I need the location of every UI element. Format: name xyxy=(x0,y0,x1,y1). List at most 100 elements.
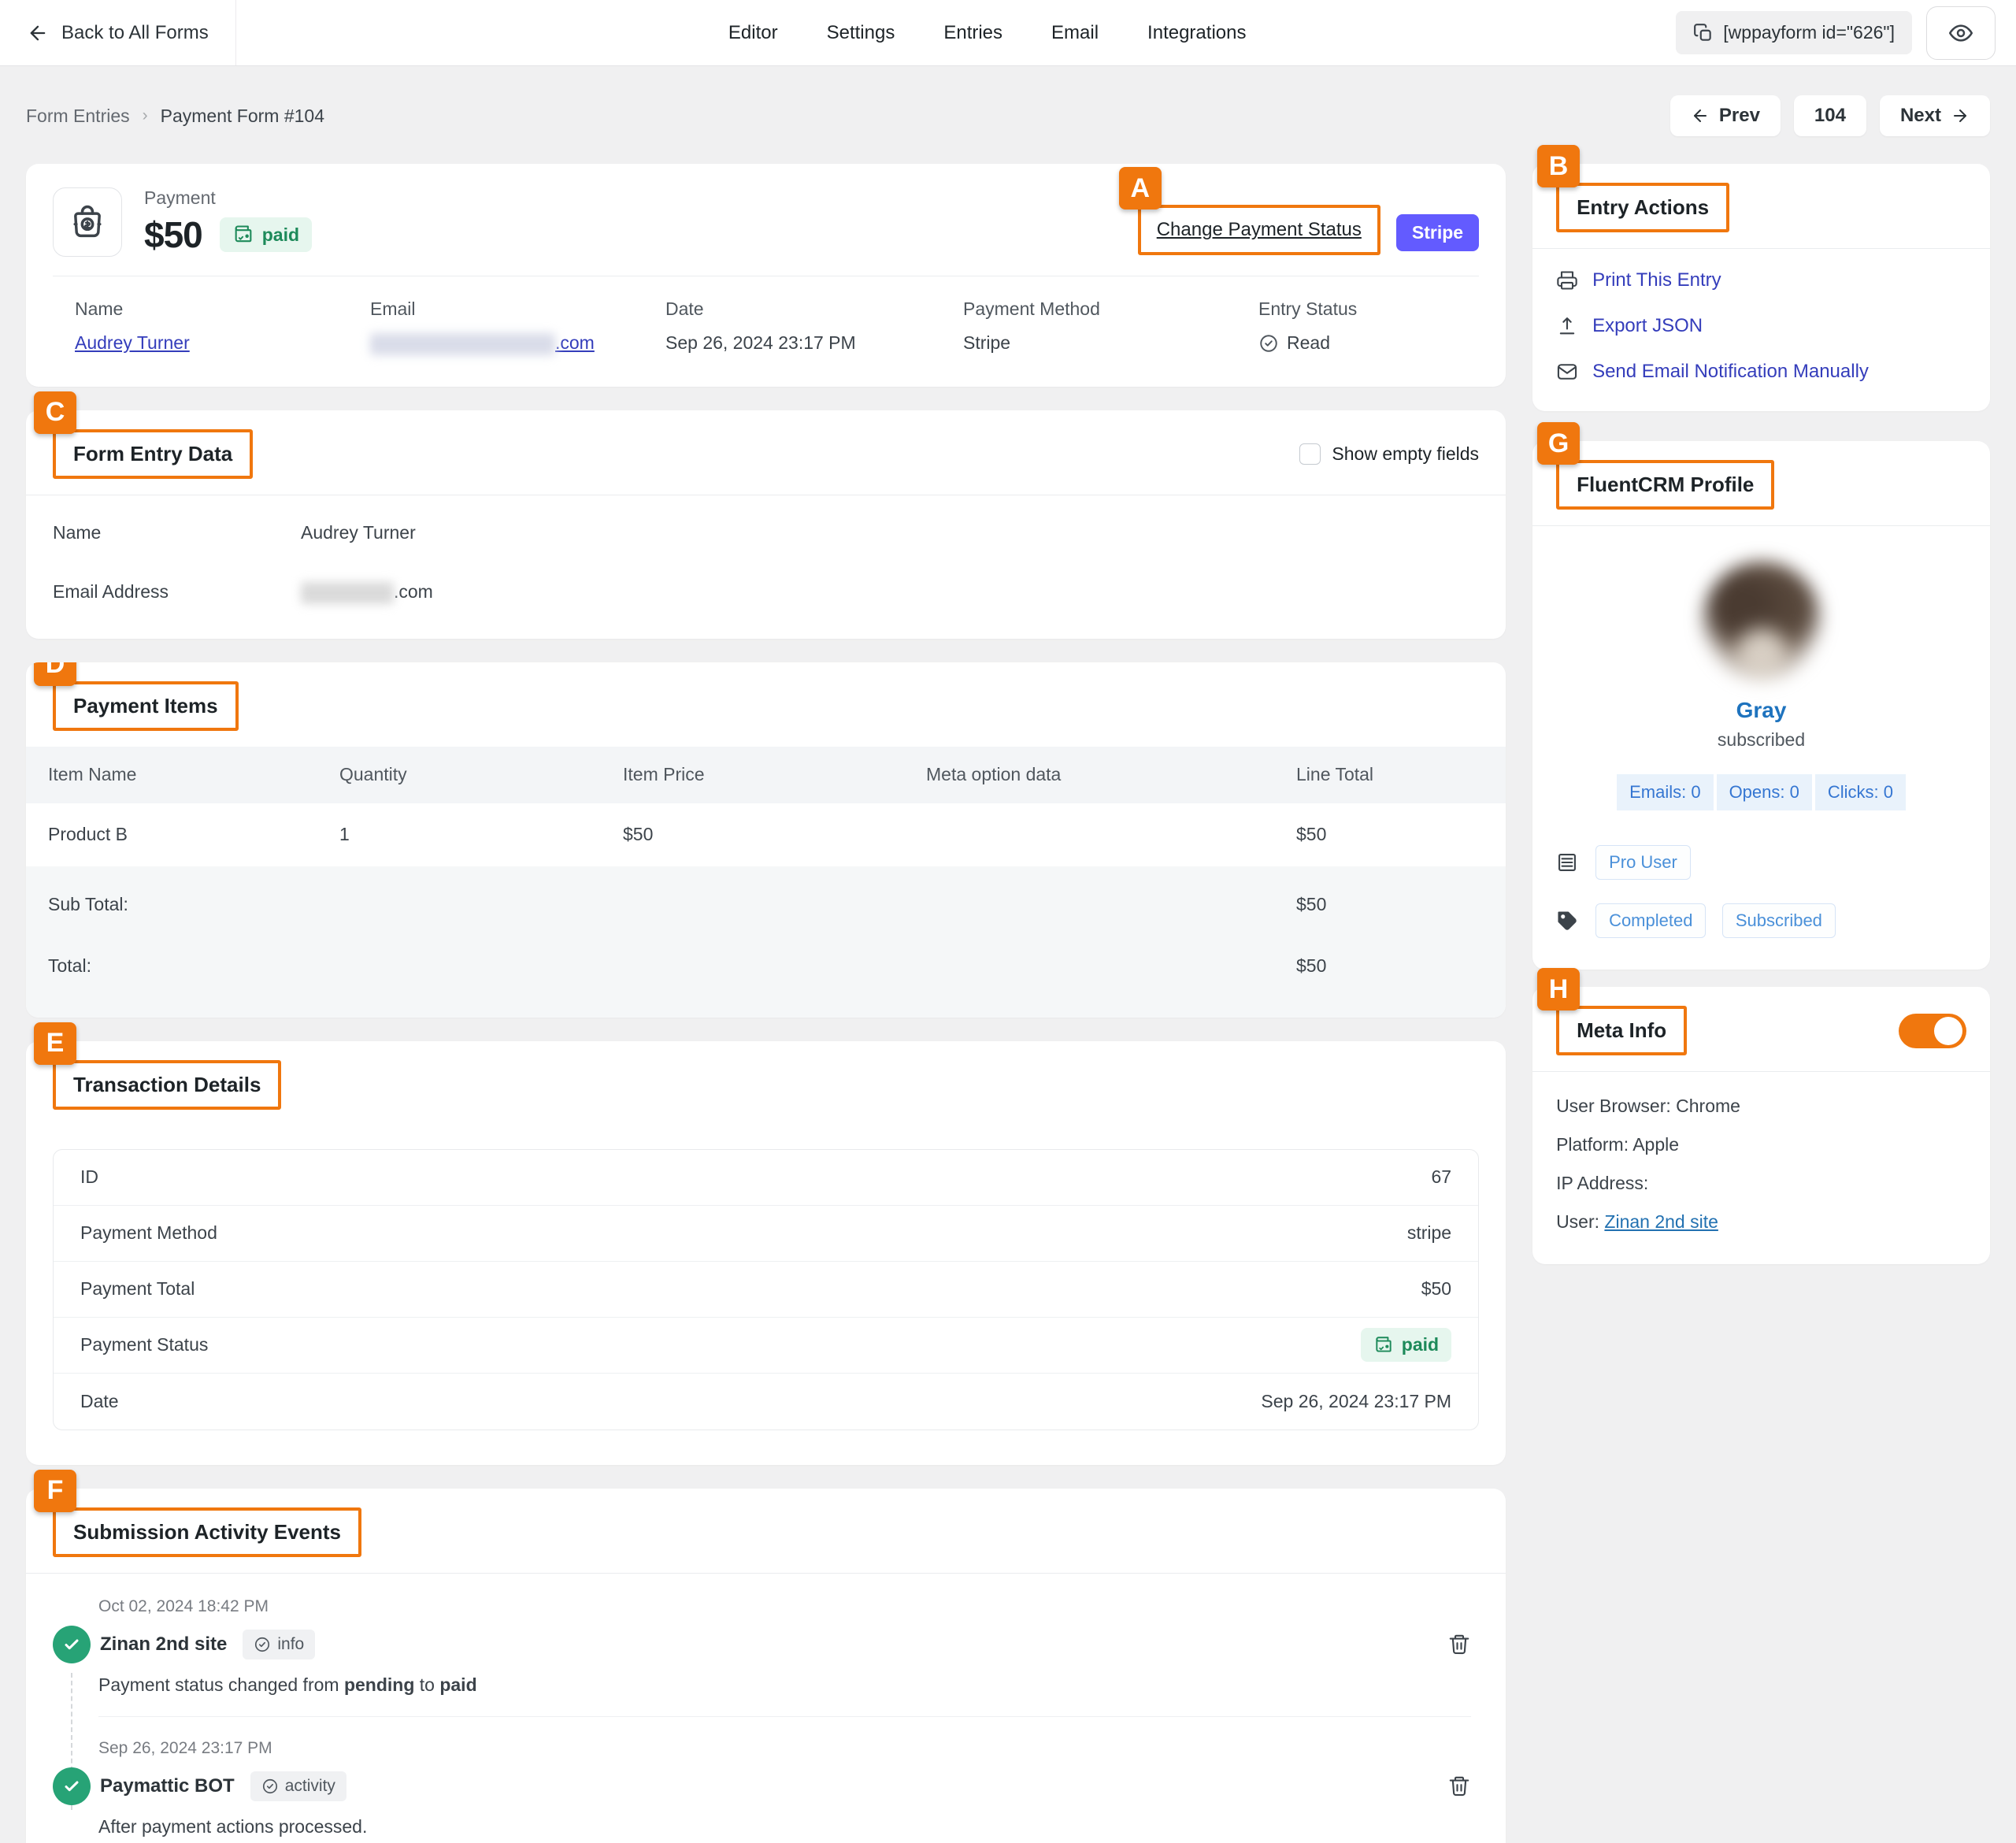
list-icon xyxy=(1556,851,1578,873)
eye-icon xyxy=(1949,21,1973,45)
topbar-divider xyxy=(235,0,236,65)
form-entry-data-title: Form Entry Data xyxy=(73,442,232,465)
circle-check-icon xyxy=(1258,333,1279,354)
annotation-box-h: H Meta Info xyxy=(1556,1006,1687,1055)
show-empty-fields-label: Show empty fields xyxy=(1332,443,1479,465)
form-entry-row-email: Email Address .com xyxy=(53,581,1479,604)
annotation-label-h: H xyxy=(1537,968,1580,1010)
annotation-box-a: A Change Payment Status xyxy=(1138,205,1380,255)
event-type-badge: info xyxy=(243,1630,315,1659)
nav-settings[interactable]: Settings xyxy=(827,22,895,44)
shortcode-text: [wppayform id="626"] xyxy=(1723,22,1895,43)
summary-field-date: Date Sep 26, 2024 23:17 PM xyxy=(665,299,963,355)
summary-field-email: Email .com xyxy=(370,299,665,355)
wallet-check-icon xyxy=(232,224,254,246)
transaction-row-total: Payment Total $50 xyxy=(54,1262,1478,1318)
tag-badge: Completed xyxy=(1595,903,1706,938)
activity-events-title: Submission Activity Events xyxy=(73,1520,341,1544)
prev-button[interactable]: Prev xyxy=(1670,95,1781,136)
blurred-email xyxy=(301,582,394,604)
annotation-label-b: B xyxy=(1537,145,1580,187)
nav-integrations[interactable]: Integrations xyxy=(1147,22,1246,44)
annotation-box-f: F Submission Activity Events xyxy=(53,1507,361,1557)
stripe-gateway-badge: Stripe xyxy=(1396,214,1479,251)
annotation-box-b: B Entry Actions xyxy=(1556,183,1729,232)
check-circle-icon xyxy=(53,1767,91,1805)
next-button[interactable]: Next xyxy=(1880,95,1990,136)
payment-item-row: Product B 1 $50 $50 xyxy=(26,803,1506,866)
annotation-label-g: G xyxy=(1537,422,1580,465)
payment-items-title: Payment Items xyxy=(73,694,218,718)
total-row: Total: $50 xyxy=(26,936,1506,997)
back-to-all-forms[interactable]: Back to All Forms xyxy=(0,0,235,65)
show-empty-fields-checkbox[interactable] xyxy=(1299,443,1321,465)
transaction-row-status: Payment Status paid xyxy=(54,1318,1478,1374)
fluentcrm-profile-card: G FluentCRM Profile Gray subscribed Emai… xyxy=(1532,441,1990,970)
activity-event: Oct 02, 2024 18:42 PM Zinan 2nd site inf… xyxy=(53,1597,1471,1717)
change-payment-status-link[interactable]: Change Payment Status xyxy=(1157,219,1362,240)
payment-summary-card: Payment $50 paid xyxy=(26,164,1506,387)
event-date: Oct 02, 2024 18:42 PM xyxy=(98,1597,1471,1616)
transaction-row-date: Date Sep 26, 2024 23:17 PM xyxy=(54,1374,1478,1430)
export-json-link[interactable]: Export JSON xyxy=(1556,315,1966,337)
summary-field-name: Name Audrey Turner xyxy=(75,299,370,355)
entry-name-link[interactable]: Audrey Turner xyxy=(75,332,190,354)
arrow-left-icon xyxy=(1691,106,1710,125)
arrow-right-icon xyxy=(1951,106,1970,125)
send-email-notification-link[interactable]: Send Email Notification Manually xyxy=(1556,361,1966,383)
event-type-badge: activity xyxy=(250,1771,346,1801)
subtotal-row: Sub Total: $50 xyxy=(26,874,1506,936)
meta-info-card: H Meta Info User Browser: Chrome Platfor… xyxy=(1532,987,1990,1264)
breadcrumb: Form Entries › Payment Form #104 xyxy=(26,106,324,127)
activity-event: Sep 26, 2024 23:17 PM Paymattic BOT acti… xyxy=(53,1739,1471,1843)
avatar xyxy=(1702,561,1821,680)
email-link[interactable]: .com xyxy=(370,332,595,355)
summary-field-payment-method: Payment Method Stripe xyxy=(963,299,1258,355)
meta-user-link[interactable]: Zinan 2nd site xyxy=(1604,1211,1718,1232)
event-author: Paymattic BOT xyxy=(100,1775,235,1797)
form-entry-row-name: Name Audrey Turner xyxy=(53,522,1479,543)
contact-name-link[interactable]: Gray xyxy=(1556,698,1966,723)
breadcrumb-form-entries[interactable]: Form Entries xyxy=(26,106,130,127)
chevron-right-icon: › xyxy=(143,106,148,125)
annotation-label-d: D xyxy=(34,662,76,686)
subscription-status: subscribed xyxy=(1556,729,1966,751)
wallet-check-icon xyxy=(1373,1335,1394,1355)
meta-browser: User Browser: Chrome xyxy=(1556,1096,1966,1117)
blurred-email xyxy=(370,333,555,355)
entry-number[interactable]: 104 xyxy=(1794,95,1866,136)
nav-email[interactable]: Email xyxy=(1051,22,1099,44)
copy-icon xyxy=(1693,23,1714,43)
event-date: Sep 26, 2024 23:17 PM xyxy=(98,1739,1471,1758)
annotation-box-g: G FluentCRM Profile xyxy=(1556,460,1774,510)
nav-entries[interactable]: Entries xyxy=(943,22,1002,44)
payment-items-header-row: Item Name Quantity Item Price Meta optio… xyxy=(26,747,1506,803)
delete-event-button[interactable] xyxy=(1447,1633,1471,1656)
meta-ip-address: IP Address: xyxy=(1556,1173,1966,1194)
event-author: Zinan 2nd site xyxy=(100,1633,227,1656)
entry-actions-card: B Entry Actions Print This Entry xyxy=(1532,164,1990,411)
payment-type-label: Payment xyxy=(144,187,312,209)
meta-info-toggle[interactable] xyxy=(1899,1014,1966,1048)
summary-field-entry-status: Entry Status Read xyxy=(1258,299,1479,355)
envelope-icon xyxy=(1556,361,1578,383)
tag-badge: Subscribed xyxy=(1722,903,1836,938)
event-description: After payment actions processed. xyxy=(98,1816,1471,1837)
top-nav: Editor Settings Entries Email Integratio… xyxy=(728,0,1247,65)
emails-stat-badge: Emails: 0 xyxy=(1617,774,1713,810)
entry-pagination: Prev 104 Next xyxy=(1670,95,1990,136)
preview-button[interactable] xyxy=(1926,6,1996,60)
transaction-row-id: ID 67 xyxy=(54,1150,1478,1206)
tag-icon xyxy=(1556,910,1578,932)
meta-info-title: Meta Info xyxy=(1577,1018,1666,1042)
back-label: Back to All Forms xyxy=(61,22,209,44)
print-this-entry-link[interactable]: Print This Entry xyxy=(1556,269,1966,291)
check-circle-icon xyxy=(53,1626,91,1663)
entry-actions-title: Entry Actions xyxy=(1577,195,1709,219)
list-badge: Pro User xyxy=(1595,845,1691,880)
shortcode-pill[interactable]: [wppayform id="626"] xyxy=(1676,11,1912,54)
nav-editor[interactable]: Editor xyxy=(728,22,778,44)
paid-status-badge: paid xyxy=(1361,1328,1451,1362)
delete-event-button[interactable] xyxy=(1447,1774,1471,1798)
opens-stat-badge: Opens: 0 xyxy=(1717,774,1812,810)
